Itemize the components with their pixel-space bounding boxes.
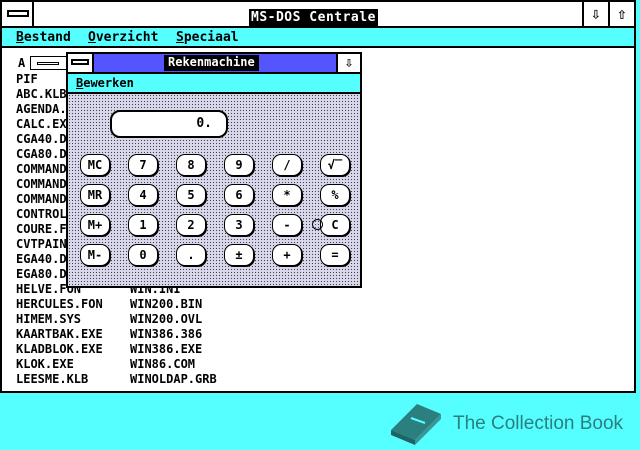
watermark-text: The Collection Book [453, 413, 624, 434]
file-name[interactable]: KAARTBAK.EXE [16, 327, 103, 341]
file-name[interactable]: ABC.KLB [16, 87, 67, 101]
calc-button[interactable]: 3 [224, 214, 254, 236]
menu-bewerken[interactable]: Bewerken [76, 76, 134, 90]
calc-button[interactable]: C [320, 214, 350, 236]
calc-button[interactable]: = [320, 244, 350, 266]
main-menubar: Bestand Overzicht Speciaal [2, 28, 634, 48]
calc-button[interactable]: 2 [176, 214, 206, 236]
calc-button[interactable]: √‾ [320, 154, 350, 176]
minimize-arrow-icon: ⇩ [344, 55, 354, 71]
window-title: MS-DOS Centrale [249, 9, 378, 27]
calc-button[interactable]: 1 [128, 214, 158, 236]
file-name[interactable]: WINOLDAP.GRB [130, 372, 217, 386]
calculator-keypad-area: 0. MC 7 8 9 / √‾ MR 4 5 6 *% M+ 1 2 3- C M- 0. ± + = [68, 94, 360, 286]
file-name[interactable]: HERCULES.FON [16, 297, 103, 311]
calculator-display: 0. [110, 110, 228, 138]
calc-button[interactable]: M+ [80, 214, 110, 236]
calc-button[interactable]: 0 [128, 244, 158, 266]
system-menu-icon [7, 10, 29, 17]
file-name[interactable]: WIN386.386 [130, 327, 202, 341]
book-logo-icon [391, 404, 441, 445]
file-name[interactable]: WIN86.COM [130, 357, 195, 371]
file-name[interactable]: HIMEM.SYS [16, 312, 81, 326]
file-name[interactable]: WIN200.OVL [130, 312, 202, 326]
calc-button[interactable]: 5 [176, 184, 206, 206]
calculator-system-menu-button[interactable] [68, 54, 94, 72]
calc-button[interactable]: 8 [176, 154, 206, 176]
calc-button[interactable]: % [320, 184, 350, 206]
calc-button[interactable]: * [272, 184, 302, 206]
calc-button[interactable]: MR [80, 184, 110, 206]
calculator-menubar: Bewerken [68, 74, 360, 94]
menu-overzicht[interactable]: Overzicht [88, 30, 158, 45]
path-dash-icon [37, 62, 59, 65]
calc-button[interactable]: MC [80, 154, 110, 176]
calc-button[interactable]: - [272, 214, 302, 236]
minimize-arrow-icon: ⇩ [591, 4, 601, 23]
menu-bestand[interactable]: Bestand [16, 30, 71, 45]
mouse-cursor-icon [312, 219, 323, 230]
maximize-button[interactable]: ⇧ [608, 2, 634, 26]
file-name[interactable]: KLOK.EXE [16, 357, 74, 371]
calculator-title: Rekenmachine [164, 55, 259, 71]
system-menu-icon [71, 59, 89, 65]
calc-button[interactable]: ± [224, 244, 254, 266]
menu-speciaal[interactable]: Speciaal [176, 30, 239, 45]
calc-button[interactable]: . [176, 244, 206, 266]
calculator-minimize-button[interactable]: ⇩ [336, 54, 360, 72]
file-name[interactable]: KLADBLOK.EXE [16, 342, 103, 356]
file-name[interactable]: WIN386.EXE [130, 342, 202, 356]
calc-button[interactable]: 4 [128, 184, 158, 206]
calculator-window: Rekenmachine ⇩ Bewerken 0. MC 7 8 9 / √‾ MR 4 5 6… [66, 52, 362, 288]
file-name[interactable]: WIN200.BIN [130, 297, 202, 311]
calc-button[interactable]: 7 [128, 154, 158, 176]
maximize-arrow-icon: ⇧ [617, 4, 627, 23]
file-name[interactable]: LEESME.KLB [16, 372, 88, 386]
drive-letter[interactable]: A [18, 56, 25, 70]
calculator-titlebar[interactable]: Rekenmachine ⇩ [68, 54, 360, 74]
calc-button[interactable]: / [272, 154, 302, 176]
calc-button[interactable]: 9 [224, 154, 254, 176]
file-name[interactable]: PIF [16, 72, 38, 86]
calc-button[interactable]: 6 [224, 184, 254, 206]
system-menu-button[interactable] [2, 2, 34, 26]
main-titlebar[interactable]: MS-DOS Centrale ⇩ ⇧ [2, 2, 634, 28]
calc-button[interactable]: + [272, 244, 302, 266]
calc-button[interactable]: M- [80, 244, 110, 266]
minimize-button[interactable]: ⇩ [582, 2, 608, 26]
